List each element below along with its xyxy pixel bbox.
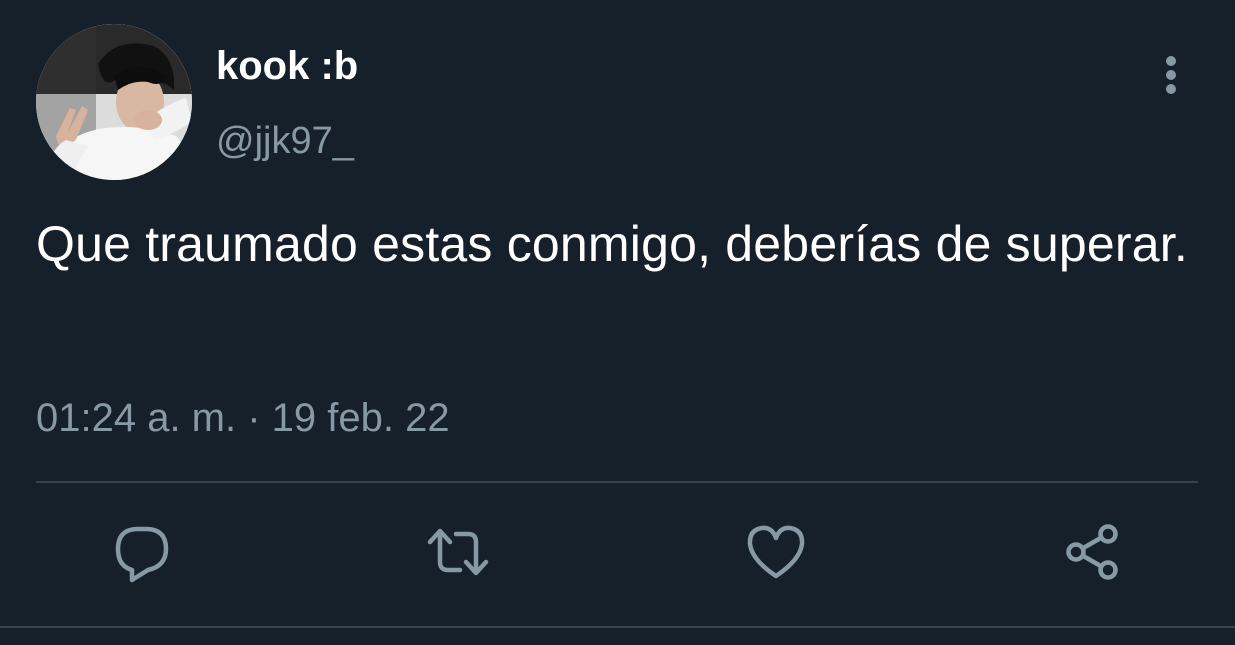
bottom-divider [0,626,1235,628]
tweet-detail: kook :b @jjk97_ Que traumado estas conmi… [0,0,1235,645]
reply-icon [115,526,169,583]
user-handle[interactable]: @jjk97_ [216,116,354,166]
more-options-button[interactable] [1150,52,1194,96]
share-icon [1066,524,1118,580]
avatar[interactable] [36,24,192,180]
divider [36,481,1198,483]
tweet-timestamp[interactable]: 01:24 a. m. · 19 feb. 22 [36,392,450,444]
avatar-image [36,24,192,180]
reply-button[interactable] [110,520,174,584]
like-button[interactable] [744,520,808,584]
tweet-text: Que traumado estas conmigo, deberías de … [36,216,1188,272]
retweet-button[interactable] [426,520,490,584]
more-vertical-icon [1166,56,1176,94]
retweet-icon [427,528,489,576]
display-name[interactable]: kook :b [216,40,358,92]
heart-icon [747,525,805,579]
share-button[interactable] [1060,520,1124,584]
